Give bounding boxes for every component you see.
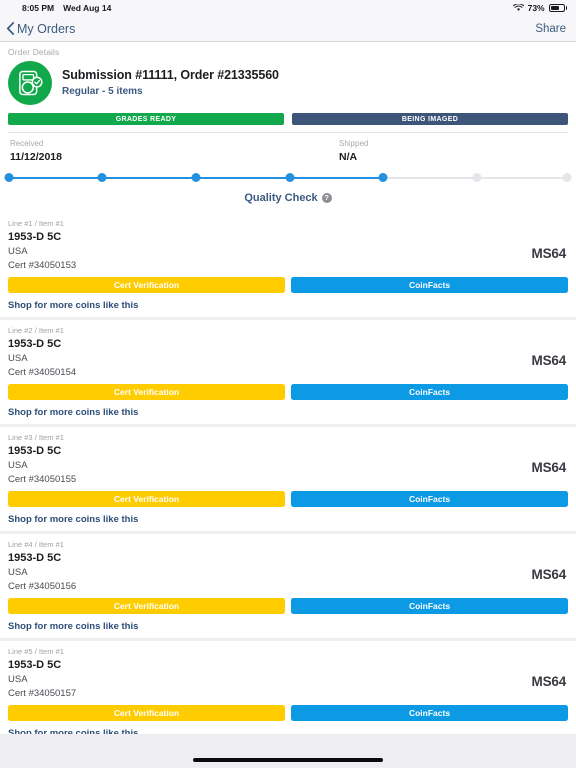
dates-row: Received 11/12/2018 Shipped N/A — [0, 133, 576, 163]
coinfacts-button[interactable]: CoinFacts — [291, 276, 568, 293]
item-cert-number: Cert #34050154 — [8, 366, 77, 378]
item-country: USA — [8, 352, 28, 364]
cert-verification-button[interactable]: Cert Verification — [8, 490, 285, 507]
item-name: 1953-D 5C — [8, 230, 62, 243]
item-grade: MS64 — [531, 352, 567, 368]
coinfacts-button[interactable]: CoinFacts — [291, 383, 568, 400]
share-button[interactable]: Share — [535, 23, 566, 35]
progress-dot-7[interactable] — [562, 172, 572, 182]
received-value: 11/12/2018 — [10, 150, 62, 163]
app-root: 8:05 PM Wed Aug 14 73% My Orders Share O… — [0, 0, 576, 768]
item-line-label: Line #3 / Item #1 — [8, 432, 64, 442]
submission-title: Submission #11111, Order #21335560 — [62, 68, 279, 82]
coinfacts-button[interactable]: CoinFacts — [291, 490, 568, 507]
order-header-card: Order Details Submission #11111, Order #… — [0, 42, 576, 213]
progress-dot-4[interactable] — [285, 172, 295, 182]
back-button[interactable]: My Orders — [6, 22, 75, 36]
home-indicator[interactable] — [193, 758, 383, 762]
received-column: Received 11/12/2018 — [0, 139, 62, 163]
shop-more-coins-link[interactable]: Shop for more coins like this — [8, 728, 568, 734]
item-name: 1953-D 5C — [8, 658, 62, 671]
item-line-label: Line #4 / Item #1 — [8, 539, 64, 549]
item-button-row: Cert Verification CoinFacts — [8, 383, 568, 400]
home-indicator-area — [0, 734, 576, 768]
item-grade: MS64 — [531, 566, 567, 582]
status-badge-being-imaged: BEING IMAGED — [292, 113, 568, 125]
item-button-row: Cert Verification CoinFacts — [8, 276, 568, 293]
item-card[interactable]: Line #2 / Item #1 1953-D 5C USA Cert #34050… — [0, 319, 576, 424]
coin-grading-device-icon — [8, 61, 52, 105]
item-grade: MS64 — [531, 245, 567, 261]
submission-subtitle: Regular - 5 items — [62, 86, 143, 97]
help-circle-icon[interactable]: ? — [321, 192, 332, 203]
chevron-left-icon — [6, 22, 15, 35]
shop-more-coins-link[interactable]: Shop for more coins like this — [8, 514, 568, 525]
wifi-icon — [512, 3, 524, 12]
shop-more-coins-link[interactable]: Shop for more coins like this — [8, 300, 568, 311]
progress-dot-2[interactable] — [97, 172, 107, 182]
item-country: USA — [8, 673, 28, 685]
item-country: USA — [8, 459, 28, 471]
item-card[interactable]: Line #3 / Item #1 1953-D 5C USA Cert #34050… — [0, 426, 576, 531]
item-button-row: Cert Verification CoinFacts — [8, 704, 568, 721]
battery-percent-label: 73% — [527, 3, 545, 13]
item-cert-number: Cert #34050153 — [8, 259, 77, 271]
item-cert-number: Cert #34050157 — [8, 687, 77, 699]
navigation-bar: My Orders Share — [0, 16, 576, 42]
item-name: 1953-D 5C — [8, 337, 62, 350]
cert-verification-button[interactable]: Cert Verification — [8, 704, 285, 721]
item-name: 1953-D 5C — [8, 444, 62, 457]
shipped-label: Shipped — [338, 138, 369, 148]
status-bar-left: 8:05 PM Wed Aug 14 — [22, 3, 111, 13]
progress-tracker — [0, 171, 576, 185]
item-button-row: Cert Verification CoinFacts — [8, 490, 568, 507]
cert-verification-button[interactable]: Cert Verification — [8, 276, 285, 293]
item-card[interactable]: Line #4 / Item #1 1953-D 5C USA Cert #34050… — [0, 533, 576, 638]
scroll-content[interactable]: Order Details Submission #11111, Order #… — [0, 42, 576, 734]
item-card[interactable]: Line #1 / Item #1 1953-D 5C USA Cert #34050… — [0, 212, 576, 317]
item-card[interactable]: Line #5 / Item #1 1953-D 5C USA Cert #34050… — [0, 640, 576, 734]
status-bar-right: 73% — [512, 3, 567, 13]
item-line-label: Line #5 / Item #1 — [8, 646, 64, 656]
shipped-value: N/A — [338, 150, 358, 163]
status-time: 8:05 PM — [22, 3, 55, 13]
shop-more-coins-link[interactable]: Shop for more coins like this — [8, 621, 568, 632]
item-line-label: Line #1 / Item #1 — [8, 218, 64, 228]
quality-check-row[interactable]: Quality Check ? — [0, 184, 576, 213]
item-name: 1953-D 5C — [8, 551, 62, 564]
item-button-row: Cert Verification CoinFacts — [8, 597, 568, 614]
quality-check-label: Quality Check — [244, 191, 318, 204]
item-cert-number: Cert #34050155 — [8, 473, 77, 485]
status-date: Wed Aug 14 — [63, 3, 112, 13]
status-badge-grades-ready: GRADES READY — [8, 113, 284, 125]
coinfacts-button[interactable]: CoinFacts — [291, 704, 568, 721]
item-line-label: Line #2 / Item #1 — [8, 325, 64, 335]
progress-dot-3[interactable] — [191, 172, 201, 182]
item-country: USA — [8, 245, 28, 257]
progress-dot-6[interactable] — [472, 172, 482, 182]
status-badge-row: GRADES READY BEING IMAGED — [0, 105, 576, 125]
battery-icon — [548, 4, 567, 12]
shipped-column: Shipped N/A — [339, 139, 368, 163]
progress-dot-1[interactable] — [4, 172, 14, 182]
progress-dot-5[interactable] — [378, 172, 388, 182]
item-grade: MS64 — [531, 459, 567, 475]
status-bar: 8:05 PM Wed Aug 14 73% — [0, 0, 576, 16]
item-country: USA — [8, 566, 28, 578]
item-grade: MS64 — [531, 673, 567, 689]
submission-row: Submission #11111, Order #21335560 Regul… — [0, 60, 576, 105]
item-cert-number: Cert #34050156 — [8, 580, 77, 592]
received-label: Received — [10, 138, 44, 148]
submission-text-block: Submission #11111, Order #21335560 Regul… — [52, 60, 279, 97]
cert-verification-button[interactable]: Cert Verification — [8, 597, 285, 614]
back-button-label: My Orders — [17, 21, 76, 36]
shop-more-coins-link[interactable]: Shop for more coins like this — [8, 407, 568, 418]
coinfacts-button[interactable]: CoinFacts — [291, 597, 568, 614]
item-card-list: Line #1 / Item #1 1953-D 5C USA Cert #34050… — [0, 212, 576, 734]
cert-verification-button[interactable]: Cert Verification — [8, 383, 285, 400]
order-details-label: Order Details — [0, 42, 576, 60]
